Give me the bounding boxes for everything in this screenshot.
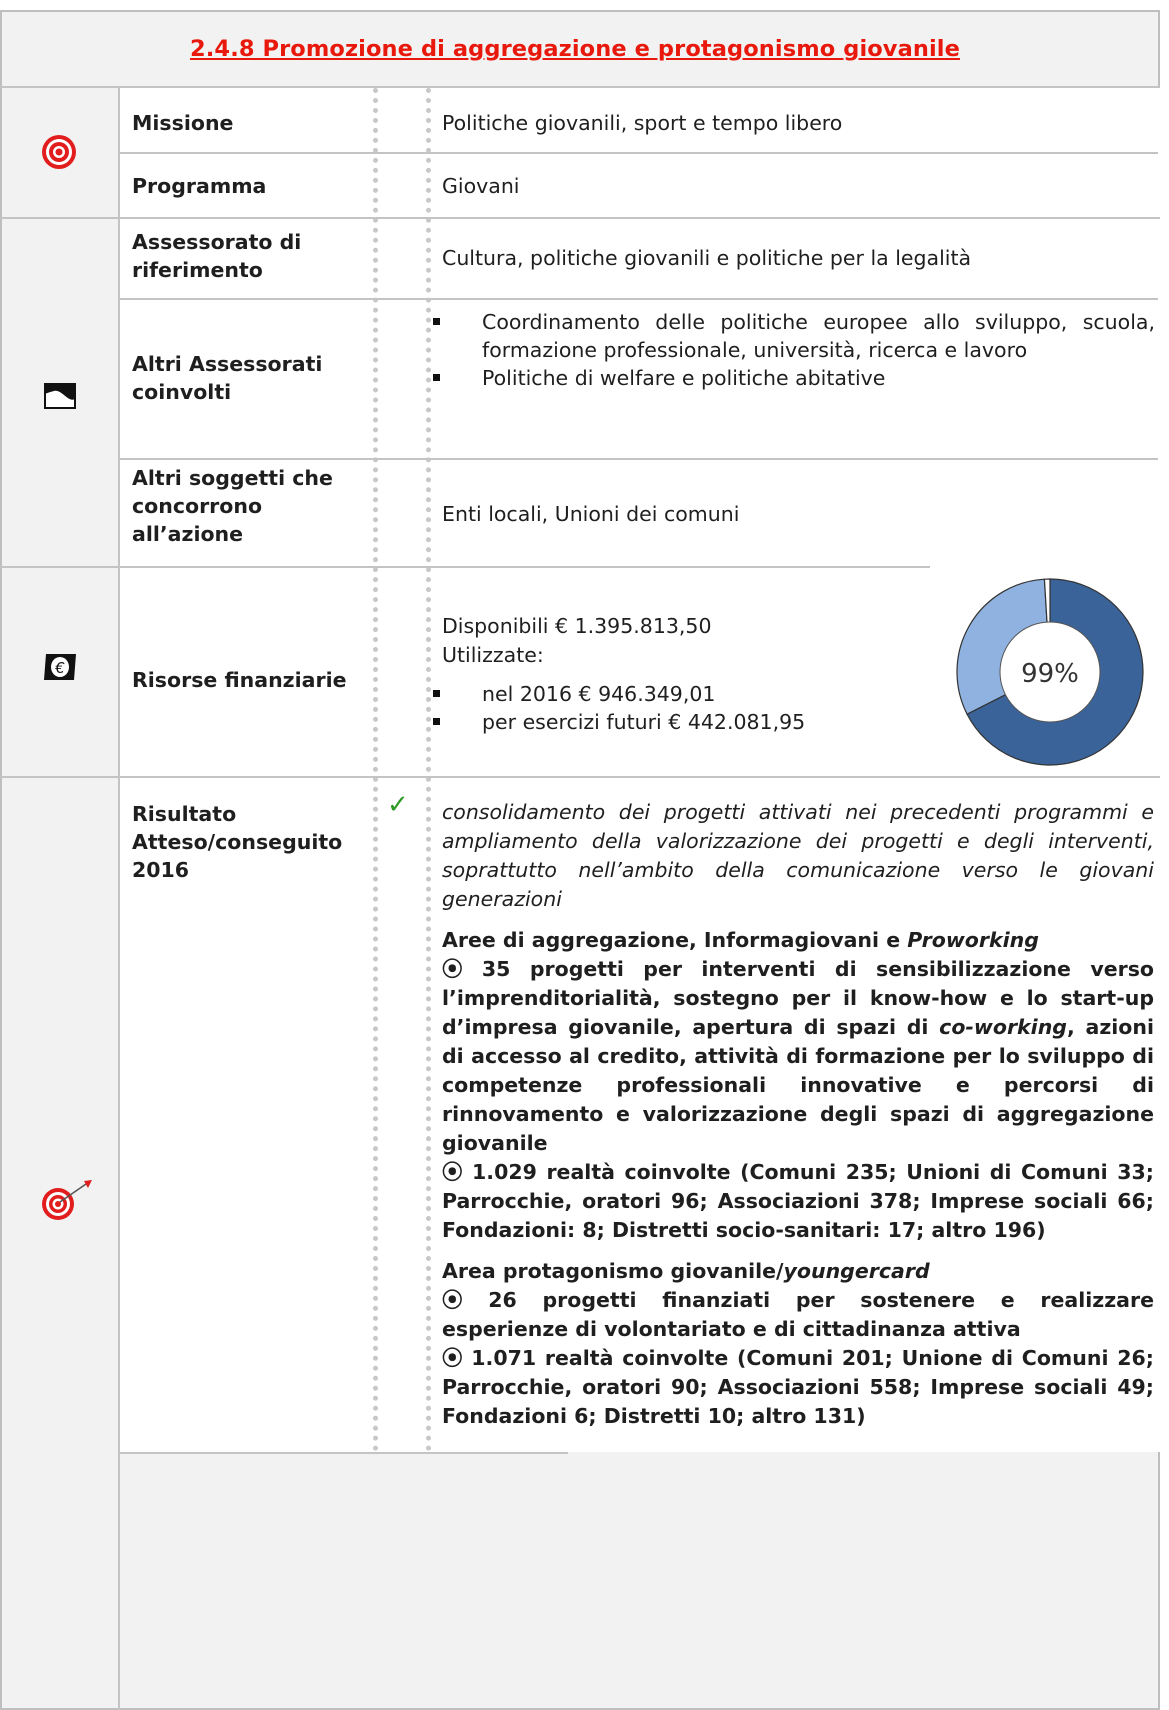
altri-assessorati-label: Altri Assessorati coinvolti [132, 350, 322, 406]
altri-assessorati-item: Coordinamento delle politiche europee al… [420, 308, 1155, 364]
risorse-item: nel 2016 € 946.349,01 [420, 680, 920, 708]
table-footer-gap [118, 1452, 120, 1710]
column-separator-1 [373, 88, 378, 1452]
risorse-item: per esercizi futuri € 442.081,95 [420, 708, 920, 736]
area1-title-italic: Proworking [907, 928, 1039, 952]
risorse-utilizzate: Utilizzate: [442, 643, 544, 667]
target-icon [40, 133, 78, 175]
risultato-content: consolidamento dei progetti attivati nei… [442, 798, 1154, 1431]
assessorato-label: Assessorato di riferimento [132, 228, 301, 284]
area2-title-italic: youngercard [783, 1259, 930, 1283]
row-line-section3 [0, 776, 1160, 778]
altri-soggetti-value: Enti locali, Unioni dei comuni [442, 502, 740, 526]
area1-title-text: Aree di aggregazione, Informagiovani e [442, 928, 908, 952]
programma-label: Programma [132, 174, 267, 198]
altri-assessorati-label-line1: Altri Assessorati [132, 352, 323, 376]
risultato-label-line3: 2016 [132, 858, 190, 882]
programma-value: Giovani [442, 174, 520, 198]
row-line-assessorato [118, 298, 1158, 300]
area2-realta: ⦿ 1.071 realtà coinvolte (Comuni 201; Un… [442, 1346, 1154, 1428]
altri-soggetti-label: Altri soggetti che concorrono all’azione [132, 464, 333, 548]
missione-value: Politiche giovanili, sport e tempo liber… [442, 111, 843, 135]
row-line-altri-assessorati [118, 458, 1158, 460]
assessorato-label-line2: riferimento [132, 258, 263, 282]
area1-realta: ⦿ 1.029 realtà coinvolte (Comuni 235; Un… [442, 1160, 1154, 1242]
area1-projects: ⦿ 35 progetti per interventi di sensibil… [442, 955, 1154, 1158]
column-separator-2 [426, 88, 431, 1452]
altri-soggetti-label-line1: Altri soggetti che [132, 466, 333, 490]
altri-assessorati-item: Politiche di welfare e politiche abitati… [420, 364, 1155, 392]
area1-title: Aree di aggregazione, Informagiovani e P… [442, 926, 1154, 955]
altri-assessorati-list: Coordinamento delle politiche europee al… [420, 308, 1155, 392]
area2-title-text: Area protagonismo giovanile/ [442, 1259, 784, 1283]
risorse-disponibili: Disponibili € 1.395.813,50 [442, 614, 712, 638]
risorse-label: Risorse finanziarie [132, 668, 347, 692]
row-line-bottom [118, 1452, 568, 1454]
svg-text:€: € [54, 659, 65, 677]
area2-title: Area protagonismo giovanile/youngercard [442, 1257, 1154, 1286]
flag-icon [44, 383, 76, 413]
row-line-section2 [0, 566, 930, 568]
altri-soggetti-label-line2: concorrono [132, 494, 263, 518]
risultato-label: Risultato Atteso/conseguito 2016 [132, 800, 342, 884]
section-title: 2.4.8 Promozione di aggregazione e prota… [190, 36, 960, 62]
area1-projects-italic: co-working [939, 1015, 1067, 1039]
donut-center-label: 99% [1021, 659, 1079, 689]
row-line-section1 [0, 217, 1160, 219]
risorse-donut-chart: 99% [956, 578, 1144, 766]
target-dart-icon [40, 1178, 100, 1226]
check-mark-icon: ✓ [387, 790, 409, 820]
risultato-intro: consolidamento dei progetti attivati nei… [442, 800, 1154, 911]
risultato-label-line2: Atteso/conseguito [132, 830, 343, 854]
altri-assessorati-label-line2: coinvolti [132, 380, 232, 404]
row-line-missione [118, 152, 1158, 154]
risorse-list: nel 2016 € 946.349,01 per esercizi futur… [420, 680, 920, 736]
altri-soggetti-label-line3: all’azione [132, 522, 244, 546]
missione-label: Missione [132, 111, 234, 135]
assessorato-label-line1: Assessorato di [132, 230, 302, 254]
row-line-top [0, 86, 1160, 88]
risultato-label-line1: Risultato [132, 802, 237, 826]
assessorato-value: Cultura, politiche giovanili e politiche… [442, 246, 972, 270]
area2-projects: ⦿ 26 progetti finanziati per sostenere e… [442, 1288, 1154, 1341]
euro-flag-icon: € [43, 652, 77, 686]
